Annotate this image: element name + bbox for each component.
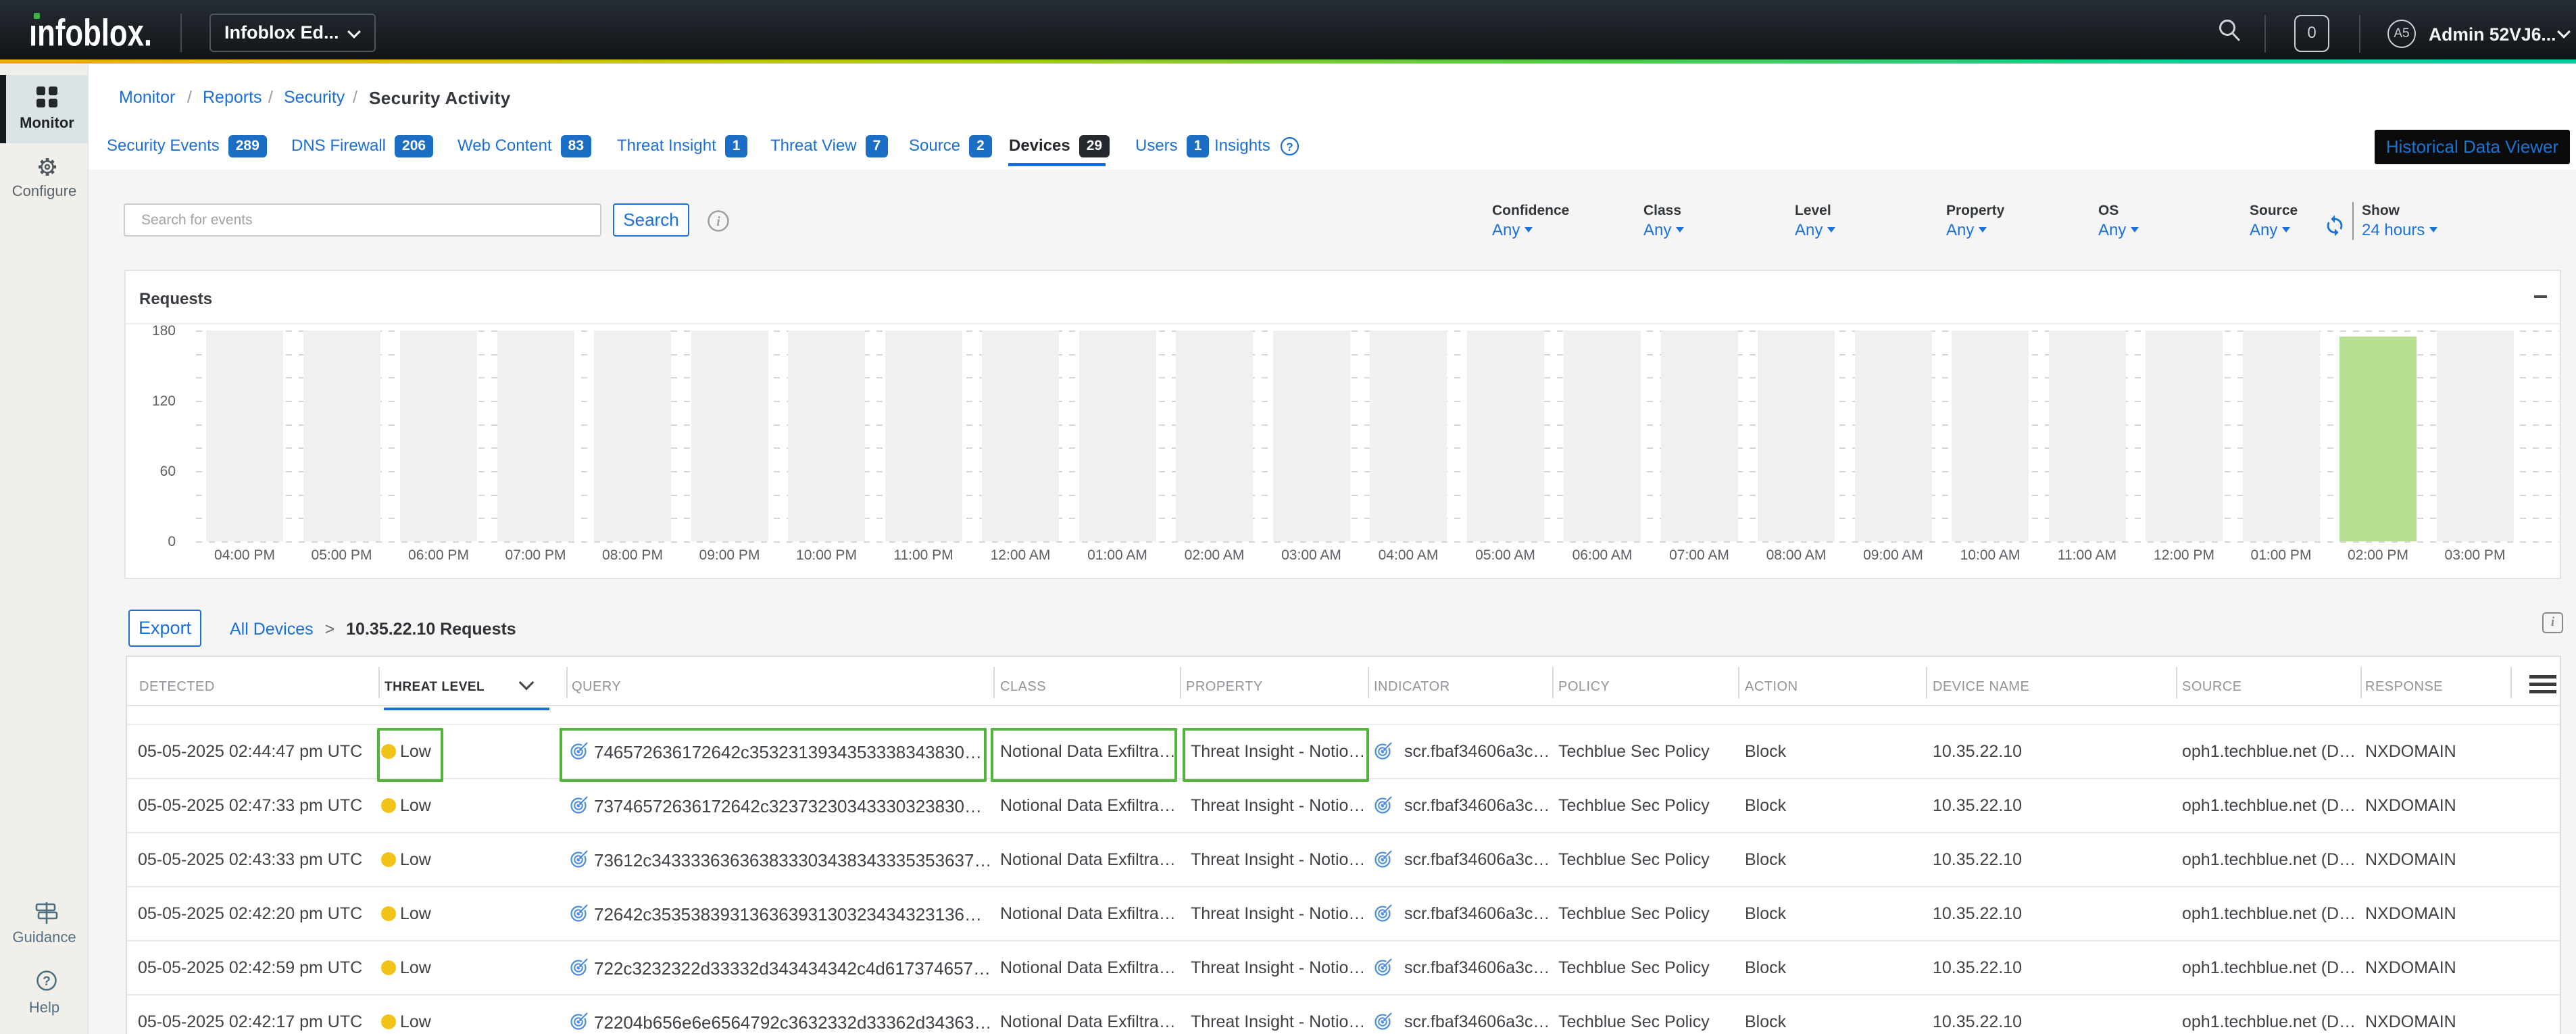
svg-text:i: i xyxy=(716,214,720,229)
svg-text:?: ? xyxy=(1286,141,1293,153)
svg-text:?: ? xyxy=(43,975,51,989)
